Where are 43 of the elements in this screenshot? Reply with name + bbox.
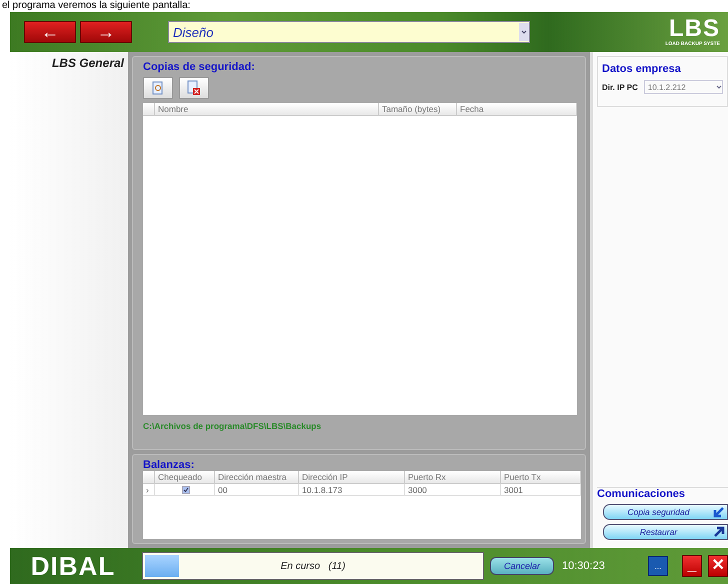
section-title: Datos empresa (602, 63, 681, 75)
cancel-button[interactable]: Cancelar (490, 557, 554, 575)
column-header[interactable]: Puerto Rx (405, 471, 501, 483)
table-cell: 10.1.8.173 (299, 484, 405, 495)
progress-status: En curso (11) (280, 560, 346, 572)
view-button[interactable] (143, 77, 173, 99)
column-header[interactable]: Dirección maestra (215, 471, 299, 483)
column-header[interactable]: Nombre (155, 103, 379, 115)
table-cell: 00 (215, 484, 299, 495)
column-header[interactable]: Chequeado (155, 471, 215, 483)
column-header[interactable]: Dirección IP (299, 471, 405, 483)
sidebar-title: LBS General (52, 56, 124, 72)
restore-button[interactable]: Restaurar (603, 524, 728, 540)
caption-text: el programa veremos la siguiente pantalla: (1, 0, 192, 12)
table-cell: 3000 (405, 484, 501, 495)
folder-path: C:\Archivos de programa\DFS\LBS\Backups (143, 421, 322, 431)
arrow-down-left-icon (713, 506, 725, 518)
table-cell: 3001 (501, 484, 581, 495)
row-pointer: › (143, 484, 155, 495)
section-title: Copias de seguridad: (143, 61, 256, 73)
module-dropdown[interactable]: Diseño (168, 21, 530, 43)
arrow-up-right-icon (713, 526, 725, 538)
back-button[interactable]: ← (24, 21, 76, 43)
ip-label: Dir. IP PC (602, 82, 638, 92)
section-title: Comunicaciones (597, 488, 686, 500)
ip-dropdown[interactable]: 10.1.2.212 (644, 80, 723, 94)
forward-button[interactable]: → (80, 21, 132, 43)
column-header[interactable]: Puerto Tx (501, 471, 581, 483)
backup-button[interactable]: Copia seguridad (603, 504, 728, 520)
document-delete-icon (187, 80, 201, 96)
caret-icon (519, 23, 529, 41)
clock-time: 10:30:23 (562, 560, 605, 572)
document-search-icon (152, 81, 164, 95)
more-button[interactable]: ... (648, 556, 668, 576)
minimize-button[interactable]: _ (682, 555, 702, 577)
checkbox[interactable] (182, 486, 190, 494)
column-header[interactable]: Fecha (457, 103, 577, 115)
close-button[interactable]: ✕ (708, 555, 728, 577)
section-title: Balanzas: (143, 459, 196, 471)
logo-text: DIBAL (30, 550, 116, 582)
delete-button[interactable] (179, 77, 209, 99)
column-header[interactable]: Tamaño (bytes) (379, 103, 457, 115)
logo-text: LBS (669, 17, 720, 41)
